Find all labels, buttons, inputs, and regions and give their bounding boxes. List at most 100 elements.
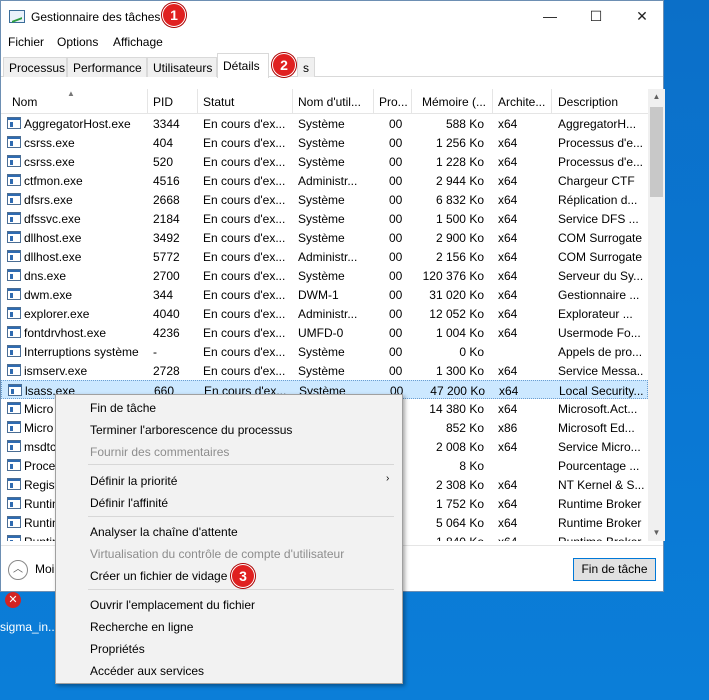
chevron-up-icon[interactable]: ︿ bbox=[8, 560, 28, 580]
process-cpu: 00 bbox=[389, 193, 403, 207]
process-status: En cours d'ex... bbox=[203, 269, 286, 283]
menu-item-analyze-wait-chain[interactable]: Analyser la chaîne d'attente bbox=[90, 525, 238, 539]
scroll-up-icon[interactable]: ▲ bbox=[648, 89, 665, 105]
close-button[interactable]: ✕ bbox=[619, 1, 665, 31]
menu-item-create-dump-file[interactable]: Créer un fichier de vidage bbox=[90, 569, 227, 583]
scrollbar-thumb[interactable] bbox=[650, 107, 663, 197]
process-username: Administr... bbox=[298, 307, 358, 321]
process-description: Processus d'e... bbox=[558, 136, 643, 150]
process-username: Système bbox=[298, 193, 345, 207]
process-memory: 2 900 Ko bbox=[435, 231, 484, 245]
process-icon bbox=[7, 136, 21, 148]
column-header-description[interactable]: Description bbox=[558, 95, 646, 109]
desktop-shortcut-icon[interactable]: ✕ bbox=[3, 590, 25, 612]
process-cpu: 00 bbox=[389, 250, 403, 264]
table-row[interactable]: csrss.exe 520 En cours d'ex... Système 00 1 2… bbox=[1, 152, 648, 171]
process-username: Système bbox=[298, 117, 345, 131]
table-row[interactable]: ismserv.exe 2728 En cours d'ex... Système 00… bbox=[1, 361, 648, 380]
process-pid: 5772 bbox=[153, 250, 180, 264]
column-header-architecture[interactable]: Archite... bbox=[498, 95, 548, 109]
column-header-name[interactable]: Nom bbox=[12, 95, 142, 109]
process-status: En cours d'ex... bbox=[203, 307, 286, 321]
tab-services[interactable]: s bbox=[297, 57, 315, 77]
process-memory: 8 Ko bbox=[459, 459, 484, 473]
process-icon bbox=[7, 402, 21, 414]
process-name: Interruptions système bbox=[24, 345, 139, 359]
process-icon bbox=[7, 307, 21, 319]
process-memory: 12 052 Ko bbox=[429, 307, 484, 321]
process-description: Local Security... bbox=[559, 384, 644, 398]
process-architecture: x64 bbox=[498, 155, 518, 169]
table-row[interactable]: ctfmon.exe 4516 En cours d'ex... Administr.… bbox=[1, 171, 648, 190]
process-description: Explorateur ... bbox=[558, 307, 633, 321]
column-header-pid[interactable]: PID bbox=[153, 95, 193, 109]
process-pid: 2184 bbox=[153, 212, 180, 226]
process-pid: 344 bbox=[153, 288, 174, 302]
process-cpu: 00 bbox=[389, 212, 403, 226]
menu-item-search-online[interactable]: Recherche en ligne bbox=[90, 620, 193, 634]
table-row[interactable]: AggregatorHost.exe 3344 En cours d'ex... Sy… bbox=[1, 114, 648, 133]
tab-processus[interactable]: Processus bbox=[3, 57, 67, 77]
menu-item-go-to-services[interactable]: Accéder aux services bbox=[90, 664, 204, 678]
process-icon bbox=[7, 117, 21, 129]
process-description: Service Micro... bbox=[558, 440, 641, 454]
menu-item-properties[interactable]: Propriétés bbox=[90, 642, 145, 656]
table-row[interactable]: dns.exe 2700 En cours d'ex... Système 00 120 … bbox=[1, 266, 648, 285]
process-memory: 1 256 Ko bbox=[435, 136, 484, 150]
process-memory: 1 840 Ko bbox=[414, 535, 484, 541]
menu-item-end-process-tree[interactable]: Terminer l'arborescence du processus bbox=[90, 423, 292, 437]
table-row[interactable]: fontdrvhost.exe 4236 En cours d'ex... UMFD-… bbox=[1, 323, 648, 342]
title-bar[interactable]: Gestionnaire des tâches — ☐ ✕ bbox=[1, 1, 663, 31]
column-header-cpu[interactable]: Pro... bbox=[379, 95, 409, 109]
process-pid: 520 bbox=[153, 155, 174, 169]
menu-affichage[interactable]: Affichage bbox=[113, 35, 163, 49]
column-header-memory[interactable]: Mémoire (... bbox=[422, 95, 492, 109]
table-row[interactable]: Interruptions système - En cours d'ex... Sy… bbox=[1, 342, 648, 361]
menu-separator bbox=[88, 516, 394, 517]
menu-item-set-affinity[interactable]: Définir l'affinité bbox=[90, 496, 168, 510]
process-cpu: 00 bbox=[389, 288, 403, 302]
window-title: Gestionnaire des tâches bbox=[31, 10, 161, 24]
maximize-button[interactable]: ☐ bbox=[573, 1, 619, 31]
column-header-username[interactable]: Nom d'util... bbox=[298, 95, 370, 109]
process-architecture: x64 bbox=[498, 174, 518, 188]
table-row[interactable]: csrss.exe 404 En cours d'ex... Système 00 1 2… bbox=[1, 133, 648, 152]
end-task-button[interactable]: Fin de tâche bbox=[573, 558, 656, 581]
process-description: Serveur du Sy... bbox=[558, 269, 644, 283]
process-status: En cours d'ex... bbox=[203, 136, 286, 150]
vertical-scrollbar[interactable]: ▲ ▼ bbox=[648, 89, 665, 541]
table-row[interactable]: dllhost.exe 5772 En cours d'ex... Administr… bbox=[1, 247, 648, 266]
menu-item-set-priority[interactable]: Définir la priorité bbox=[90, 474, 177, 488]
desktop-shortcut-label[interactable]: sigma_in... bbox=[0, 620, 58, 634]
process-architecture: x64 bbox=[498, 326, 518, 340]
scroll-down-icon[interactable]: ▼ bbox=[648, 525, 665, 541]
table-row[interactable]: explorer.exe 4040 En cours d'ex... Administ… bbox=[1, 304, 648, 323]
process-name: csrss.exe bbox=[24, 136, 75, 150]
menu-item-end-task[interactable]: Fin de tâche bbox=[90, 401, 156, 415]
menu-fichier[interactable]: Fichier bbox=[8, 35, 44, 49]
process-pid: 404 bbox=[153, 136, 174, 150]
table-row[interactable]: dllhost.exe 3492 En cours d'ex... Système 00… bbox=[1, 228, 648, 247]
table-row[interactable]: dwm.exe 344 En cours d'ex... DWM-1 00 31 020 … bbox=[1, 285, 648, 304]
process-icon bbox=[7, 269, 21, 281]
tab-utilisateurs[interactable]: Utilisateurs bbox=[147, 57, 217, 77]
minimize-button[interactable]: — bbox=[527, 1, 573, 31]
process-description: Runtime Broker bbox=[558, 497, 642, 511]
table-row[interactable]: dfssvc.exe 2184 En cours d'ex... Système 00 1… bbox=[1, 209, 648, 228]
process-memory: 1 752 Ko bbox=[435, 497, 484, 511]
process-username: Système bbox=[298, 136, 345, 150]
process-icon bbox=[7, 212, 21, 224]
annotation-badge-1: 1 bbox=[162, 3, 186, 27]
process-username: Système bbox=[298, 269, 345, 283]
process-pid: 4236 bbox=[153, 326, 180, 340]
fewer-details-link[interactable]: Moi bbox=[35, 562, 54, 576]
process-architecture: x64 bbox=[498, 478, 518, 492]
tab-performance[interactable]: Performance bbox=[67, 57, 147, 77]
tab-details[interactable]: Détails bbox=[217, 53, 269, 78]
menu-options[interactable]: Options bbox=[57, 35, 98, 49]
menu-item-open-file-location[interactable]: Ouvrir l'emplacement du fichier bbox=[90, 598, 255, 612]
column-header-status[interactable]: Statut bbox=[203, 95, 289, 109]
table-row[interactable]: dfsrs.exe 2668 En cours d'ex... Système 00 6 … bbox=[1, 190, 648, 209]
process-architecture: x64 bbox=[498, 288, 518, 302]
process-memory: 2 308 Ko bbox=[435, 478, 484, 492]
